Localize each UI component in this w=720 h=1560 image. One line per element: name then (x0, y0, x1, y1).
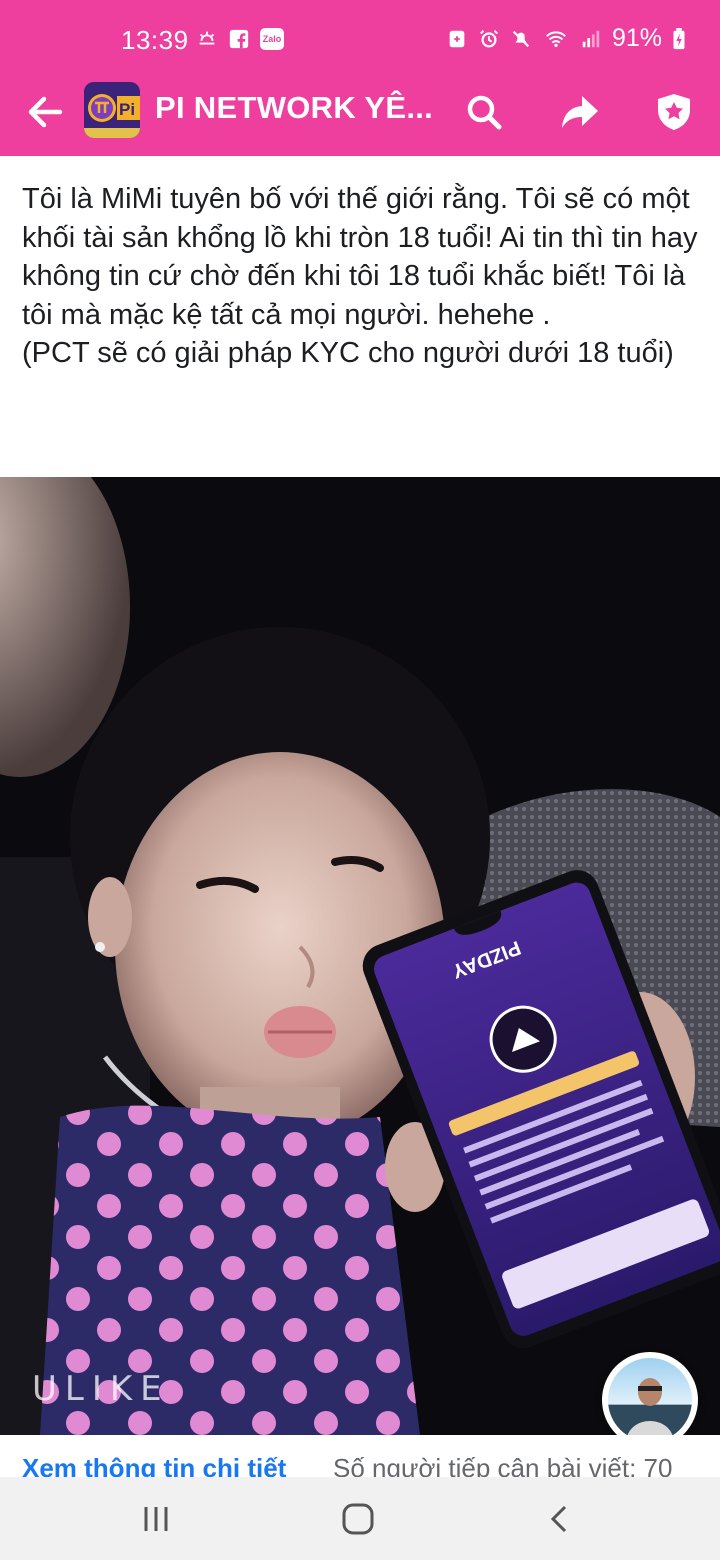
signal-icon (582, 30, 600, 47)
back-button[interactable] (18, 86, 70, 138)
chat-head-avatar (608, 1358, 692, 1442)
post-reach-count: Số người tiếp cận bài viết: 70 (333, 1453, 673, 1477)
recent-apps-button[interactable] (128, 1495, 184, 1543)
battery-percent: 91% (611, 24, 662, 52)
status-bar: 13:39 Zalo 91% (0, 0, 720, 72)
child-with-phone-photo: PIZDAY (0, 477, 720, 1435)
status-time: 13:39 (121, 25, 189, 55)
person-avatar-icon (626, 1378, 674, 1442)
share-icon (562, 96, 598, 128)
zalo-icon: Zalo (260, 28, 284, 50)
avatar-pi-text: Pi (119, 100, 135, 119)
pi-logo-icon: Pi (84, 82, 140, 138)
app-header: Pi PI NETWORK YÊ... (0, 72, 720, 156)
system-nav-bar (0, 1477, 720, 1560)
sim-icon (449, 30, 465, 47)
recent-apps-icon (144, 1507, 168, 1531)
back-icon (550, 1505, 567, 1533)
view-detail-link[interactable]: Xem thông tin chi tiết (22, 1453, 286, 1477)
share-button[interactable] (554, 86, 606, 138)
battery-charging-icon (673, 27, 685, 49)
home-button[interactable] (330, 1495, 386, 1543)
search-icon (467, 95, 502, 130)
facebook-icon (229, 29, 249, 49)
shield-star-icon (658, 94, 690, 130)
back-arrow-icon (28, 96, 63, 128)
chat-head-bubble[interactable] (602, 1352, 698, 1448)
weather-icon (199, 31, 215, 45)
search-button[interactable] (458, 86, 510, 138)
watermark: ULIKE (32, 1369, 170, 1409)
post-photo[interactable]: PIZDAY ULIKE (0, 477, 720, 1435)
home-icon (342, 1503, 374, 1535)
group-badge-button[interactable] (648, 86, 700, 138)
status-notification-icons: Zalo (196, 28, 284, 50)
post-text: Tôi là MiMi tuyên bố với thế giới rằng. … (22, 183, 698, 369)
mute-icon (512, 30, 530, 47)
back-nav-button[interactable] (532, 1495, 588, 1543)
post-footer: Xem thông tin chi tiết Số người tiếp cận… (0, 1435, 720, 1477)
group-title[interactable]: PI NETWORK YÊ... (155, 90, 435, 126)
alarm-icon (479, 29, 498, 47)
wifi-icon (546, 30, 566, 47)
group-avatar[interactable]: Pi (84, 82, 140, 138)
status-system-icons: 91% (446, 24, 686, 53)
